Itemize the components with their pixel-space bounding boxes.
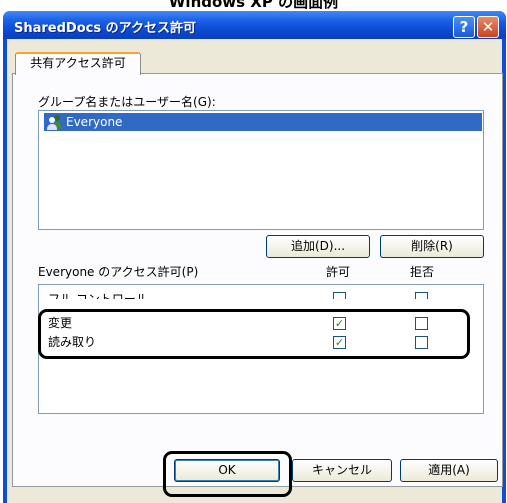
- ok-highlight-frame: [163, 451, 292, 497]
- help-button[interactable]: ?: [453, 16, 475, 38]
- remove-button[interactable]: 削除(R): [380, 235, 484, 258]
- list-item-everyone[interactable]: Everyone: [44, 113, 482, 131]
- window-title: SharedDocs のアクセス許可: [14, 21, 196, 36]
- users-group-icon: [47, 115, 62, 130]
- tab-share-permissions[interactable]: 共有アクセス許可: [15, 52, 141, 75]
- close-button[interactable]: ✕: [477, 16, 499, 38]
- cancel-button[interactable]: キャンセル: [292, 459, 392, 482]
- allow-header: 許可: [326, 265, 351, 279]
- deny-header: 拒否: [410, 265, 435, 279]
- deny-checkbox-full-control[interactable]: [415, 292, 428, 299]
- permission-name-full-control: フル コントロール: [48, 292, 148, 299]
- allow-checkbox-full-control[interactable]: [333, 292, 346, 299]
- list-item-label: Everyone: [66, 115, 123, 129]
- users-label: グループ名またはユーザー名(G):: [38, 95, 216, 109]
- apply-button[interactable]: 適用(A): [400, 459, 498, 482]
- permissions-highlight-frame: [38, 309, 470, 359]
- close-icon: ✕: [481, 18, 495, 36]
- permissions-label: Everyone のアクセス許可(P): [38, 265, 199, 279]
- add-button[interactable]: 追加(D)...: [266, 235, 370, 258]
